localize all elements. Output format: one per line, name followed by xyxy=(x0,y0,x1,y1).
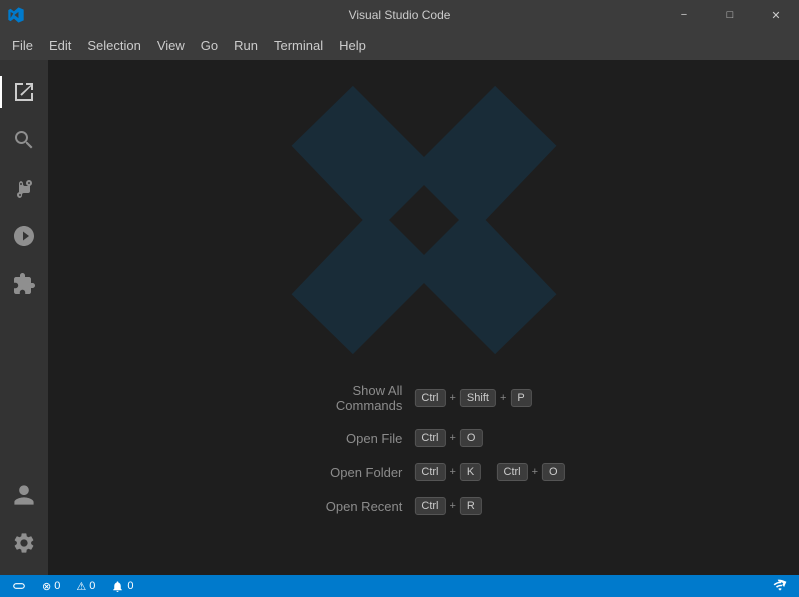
key-ctrl: Ctrl xyxy=(414,463,445,481)
shortcut-label-file: Open File xyxy=(282,431,402,446)
window-controls: − □ ✕ xyxy=(661,0,799,30)
shortcut-open-folder: Open Folder Ctrl + K Ctrl + O xyxy=(282,463,564,481)
warning-count: 0 xyxy=(89,580,95,592)
activity-explorer[interactable] xyxy=(0,68,48,116)
key-sep2: + xyxy=(532,466,538,478)
shortcut-keys-recent: Ctrl + R xyxy=(414,497,482,515)
activity-search[interactable] xyxy=(0,116,48,164)
status-errors[interactable]: ⊗ 0 xyxy=(38,580,64,593)
minimize-button[interactable]: − xyxy=(661,0,707,30)
maximize-button[interactable]: □ xyxy=(707,0,753,30)
status-bar: ⊗ 0 ⚠ 0 0 xyxy=(0,575,799,597)
activity-extensions[interactable] xyxy=(0,260,48,308)
shortcut-show-commands: Show AllCommands Ctrl + Shift + P xyxy=(282,383,564,413)
status-notifications[interactable]: 0 xyxy=(107,580,137,593)
menu-file[interactable]: File xyxy=(4,34,41,57)
shortcut-open-file: Open File Ctrl + O xyxy=(282,429,564,447)
status-right xyxy=(769,579,791,593)
shortcuts-section: Show AllCommands Ctrl + Shift + P Open F… xyxy=(282,383,564,515)
activity-source-control[interactable] xyxy=(0,164,48,212)
activity-run[interactable] xyxy=(0,212,48,260)
menu-go[interactable]: Go xyxy=(193,34,226,57)
warning-icon: ⚠ xyxy=(76,580,86,593)
app-icon xyxy=(8,7,24,23)
shortcut-label-recent: Open Recent xyxy=(282,499,402,514)
key-ctrl: Ctrl xyxy=(414,497,445,515)
title-bar: Visual Studio Code − □ ✕ xyxy=(0,0,799,30)
key-o: O xyxy=(460,429,483,447)
key-ctrl: Ctrl xyxy=(414,389,445,407)
status-warnings[interactable]: ⚠ 0 xyxy=(72,580,99,593)
key-ctrl2: Ctrl xyxy=(497,463,528,481)
key-sep2: + xyxy=(500,392,506,404)
menu-terminal[interactable]: Terminal xyxy=(266,34,331,57)
error-count: 0 xyxy=(54,580,60,592)
editor-area: Show AllCommands Ctrl + Shift + P Open F… xyxy=(48,60,799,575)
error-icon: ⊗ xyxy=(42,580,51,593)
menu-bar: File Edit Selection View Go Run Terminal… xyxy=(0,30,799,60)
menu-run[interactable]: Run xyxy=(226,34,266,57)
menu-selection[interactable]: Selection xyxy=(79,34,148,57)
shortcut-keys-folder: Ctrl + K Ctrl + O xyxy=(414,463,564,481)
key-sep: + xyxy=(449,466,455,478)
main-area: Show AllCommands Ctrl + Shift + P Open F… xyxy=(0,60,799,575)
status-remote[interactable] xyxy=(8,579,30,593)
remote-icon xyxy=(12,579,26,593)
menu-help[interactable]: Help xyxy=(331,34,374,57)
key-r: R xyxy=(460,497,482,515)
notification-count: 0 xyxy=(127,580,133,592)
broadcast-icon xyxy=(773,579,787,593)
shortcut-keys-file: Ctrl + O xyxy=(414,429,482,447)
key-p: P xyxy=(510,389,531,407)
key-sep: + xyxy=(449,392,455,404)
status-broadcast[interactable] xyxy=(769,579,791,593)
key-k: K xyxy=(460,463,481,481)
close-button[interactable]: ✕ xyxy=(753,0,799,30)
menu-view[interactable]: View xyxy=(149,34,193,57)
activity-bar xyxy=(0,60,48,575)
key-sep: + xyxy=(449,500,455,512)
activity-settings[interactable] xyxy=(0,519,48,567)
notification-icon xyxy=(111,580,124,593)
activity-bottom xyxy=(0,471,48,575)
key-sep: + xyxy=(449,432,455,444)
activity-account[interactable] xyxy=(0,471,48,519)
shortcut-label-commands: Show AllCommands xyxy=(282,383,402,413)
key-shift: Shift xyxy=(460,389,496,407)
shortcut-open-recent: Open Recent Ctrl + R xyxy=(282,497,564,515)
menu-edit[interactable]: Edit xyxy=(41,34,79,57)
key-ctrl: Ctrl xyxy=(414,429,445,447)
vscode-logo xyxy=(284,80,564,360)
shortcut-keys-commands: Ctrl + Shift + P xyxy=(414,389,531,407)
window-title: Visual Studio Code xyxy=(349,8,451,22)
shortcut-label-folder: Open Folder xyxy=(282,465,402,480)
key-o2: O xyxy=(542,463,565,481)
